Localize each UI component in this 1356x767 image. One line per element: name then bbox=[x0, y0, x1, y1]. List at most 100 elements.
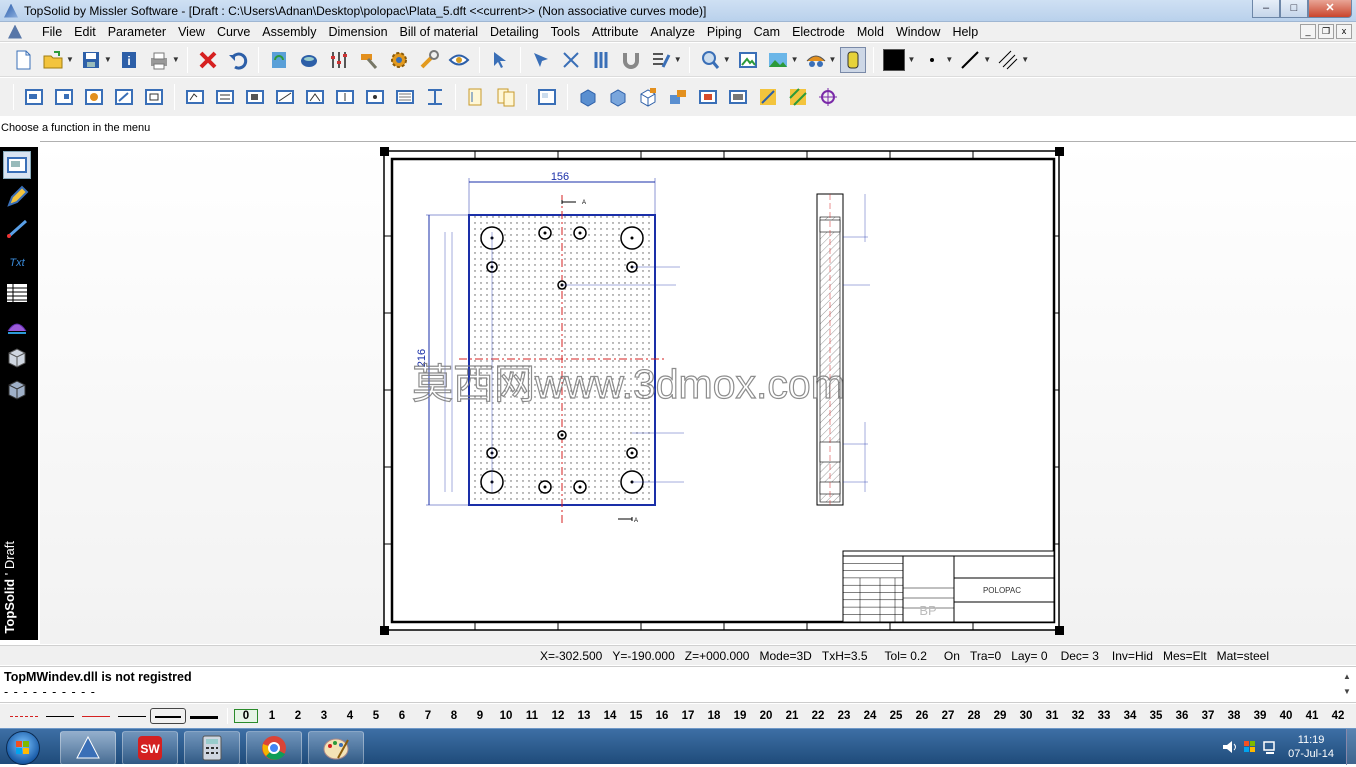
cursor-mode-button[interactable] bbox=[296, 47, 322, 73]
linetype-extra-thick[interactable] bbox=[186, 709, 222, 723]
network-icon[interactable] bbox=[1260, 737, 1280, 757]
view-block-tool-button[interactable] bbox=[3, 343, 31, 371]
view-image-button[interactable] bbox=[765, 47, 791, 73]
properties-button[interactable]: i bbox=[116, 47, 142, 73]
render-mode-button[interactable] bbox=[803, 47, 829, 73]
flag-notification-icon[interactable] bbox=[1240, 737, 1260, 757]
view-tool-7-button[interactable] bbox=[362, 84, 388, 110]
sheet-layout-button[interactable] bbox=[493, 84, 519, 110]
frame-view-button[interactable] bbox=[534, 84, 560, 110]
layer-0[interactable]: 0 bbox=[234, 709, 258, 723]
main-view-button[interactable] bbox=[21, 84, 47, 110]
open-dropdown-icon[interactable]: ▼ bbox=[66, 55, 74, 64]
layer-33[interactable]: 33 bbox=[1091, 710, 1117, 722]
target-tool-button[interactable] bbox=[815, 84, 841, 110]
pick-tool-button[interactable] bbox=[528, 47, 554, 73]
layer-13[interactable]: 13 bbox=[571, 710, 597, 722]
trim-tool-button[interactable] bbox=[558, 47, 584, 73]
status-measure[interactable]: Mes=Elt bbox=[1158, 649, 1212, 663]
linetype-thin-black[interactable] bbox=[42, 709, 78, 723]
close-button[interactable]: ✕ bbox=[1308, 0, 1352, 18]
point-style-dropdown-icon[interactable]: ▼ bbox=[945, 55, 953, 64]
taskbar-calculator[interactable] bbox=[184, 731, 240, 765]
title-block[interactable] bbox=[842, 550, 1055, 623]
regenerate-button[interactable] bbox=[266, 47, 292, 73]
layer-42[interactable]: 42 bbox=[1325, 710, 1351, 722]
menu-dimension[interactable]: Dimension bbox=[322, 22, 393, 42]
view-tool-4-button[interactable] bbox=[272, 84, 298, 110]
menu-mold[interactable]: Mold bbox=[851, 22, 890, 42]
show-desktop-button[interactable] bbox=[1346, 729, 1356, 765]
save-button[interactable] bbox=[78, 47, 104, 73]
properties-dropdown-icon[interactable]: ▼ bbox=[674, 55, 682, 64]
hatch-style-button[interactable] bbox=[995, 47, 1021, 73]
zoom-button[interactable] bbox=[697, 47, 723, 73]
layer-3[interactable]: 3 bbox=[311, 710, 337, 722]
menu-analyze[interactable]: Analyze bbox=[644, 22, 700, 42]
menu-piping[interactable]: Piping bbox=[701, 22, 748, 42]
status-decimals[interactable]: Dec= 3 bbox=[1053, 649, 1104, 663]
status-text-height[interactable]: TxH=3.5 bbox=[817, 649, 873, 663]
zoom-dropdown-icon[interactable]: ▼ bbox=[723, 55, 731, 64]
menu-tools[interactable]: Tools bbox=[545, 22, 586, 42]
layer-17[interactable]: 17 bbox=[675, 710, 701, 722]
dimension-tool-button[interactable] bbox=[3, 215, 31, 243]
open-file-button[interactable] bbox=[40, 47, 66, 73]
layer-cylinder-button[interactable] bbox=[840, 46, 867, 73]
layer-15[interactable]: 15 bbox=[623, 710, 649, 722]
status-on[interactable]: On bbox=[932, 649, 965, 663]
linetype-thin-red[interactable] bbox=[78, 709, 114, 723]
line-style-button[interactable] bbox=[957, 47, 983, 73]
status-invisible[interactable]: Inv=Hid bbox=[1104, 649, 1158, 663]
sketch-tool-button[interactable] bbox=[3, 183, 31, 211]
layer-2[interactable]: 2 bbox=[285, 710, 311, 722]
view-tool-3-button[interactable] bbox=[242, 84, 268, 110]
undo-button[interactable] bbox=[225, 47, 251, 73]
color-dropdown-icon[interactable]: ▼ bbox=[907, 55, 915, 64]
menu-curve[interactable]: Curve bbox=[211, 22, 256, 42]
bom-view-button[interactable] bbox=[695, 84, 721, 110]
layer-36[interactable]: 36 bbox=[1169, 710, 1195, 722]
layer-12[interactable]: 12 bbox=[545, 710, 571, 722]
menu-view[interactable]: View bbox=[172, 22, 211, 42]
layer-30[interactable]: 30 bbox=[1013, 710, 1039, 722]
layer-40[interactable]: 40 bbox=[1273, 710, 1299, 722]
taskbar-clock[interactable]: 11:19 07-Jul-14 bbox=[1280, 733, 1346, 761]
align-tool-button[interactable] bbox=[588, 47, 614, 73]
menu-edit[interactable]: Edit bbox=[68, 22, 102, 42]
render-dropdown-icon[interactable]: ▼ bbox=[829, 55, 837, 64]
layer-26[interactable]: 26 bbox=[909, 710, 935, 722]
layer-25[interactable]: 25 bbox=[883, 710, 909, 722]
drawing-canvas[interactable]: 156 216 A A POLOPAC BP 莫西网www.3dmox.com bbox=[40, 141, 1356, 644]
print-button[interactable] bbox=[146, 47, 172, 73]
auxiliary-view-button[interactable] bbox=[81, 84, 107, 110]
layer-7[interactable]: 7 bbox=[415, 710, 441, 722]
mdi-close-button[interactable]: x bbox=[1336, 24, 1352, 39]
menu-detailing[interactable]: Detailing bbox=[484, 22, 545, 42]
view-tool-5-button[interactable] bbox=[302, 84, 328, 110]
mdi-minimize-button[interactable]: _ bbox=[1300, 24, 1316, 39]
layer-6[interactable]: 6 bbox=[389, 710, 415, 722]
sheet-format-button[interactable] bbox=[463, 84, 489, 110]
layer-11[interactable]: 11 bbox=[519, 710, 545, 722]
taskbar-chrome[interactable] bbox=[246, 731, 302, 765]
linetype-medium-black[interactable] bbox=[114, 709, 150, 723]
start-button[interactable] bbox=[6, 731, 40, 765]
color-picker-button[interactable] bbox=[881, 47, 907, 73]
projected-view-button[interactable] bbox=[51, 84, 77, 110]
menu-electrode[interactable]: Electrode bbox=[786, 22, 851, 42]
view-dropdown-icon[interactable]: ▼ bbox=[791, 55, 799, 64]
status-material[interactable]: Mat=steel bbox=[1212, 649, 1274, 663]
view-tool-button[interactable] bbox=[446, 47, 472, 73]
layer-16[interactable]: 16 bbox=[649, 710, 675, 722]
layer-9[interactable]: 9 bbox=[467, 710, 493, 722]
view-tool-6-button[interactable] bbox=[332, 84, 358, 110]
view-tool-8-button[interactable] bbox=[392, 84, 418, 110]
shaded-view-2-button[interactable] bbox=[605, 84, 631, 110]
scroll-up-icon[interactable]: ▲ bbox=[1340, 669, 1354, 684]
layer-18[interactable]: 18 bbox=[701, 710, 727, 722]
zoom-fit-button[interactable] bbox=[735, 47, 761, 73]
shaded-view-1-button[interactable] bbox=[575, 84, 601, 110]
sheet-tool-button[interactable] bbox=[3, 151, 31, 179]
layer-20[interactable]: 20 bbox=[753, 710, 779, 722]
